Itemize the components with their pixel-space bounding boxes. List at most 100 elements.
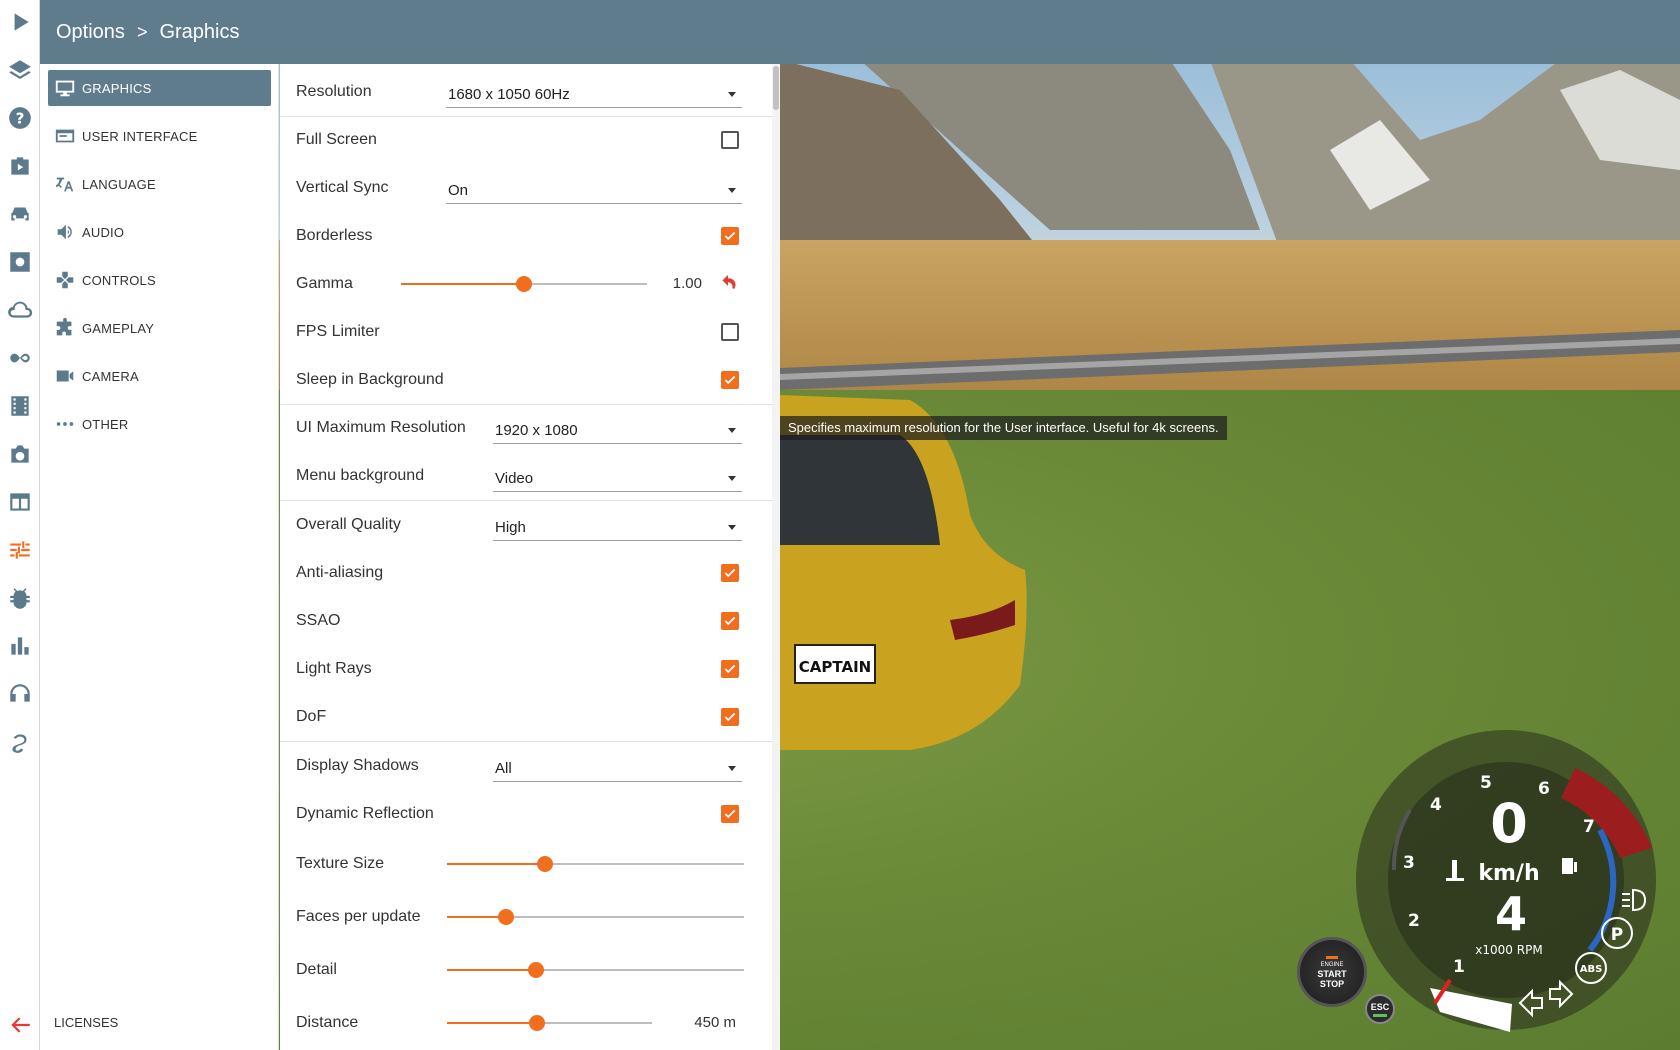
menu-item-controls[interactable]: CONTROLS (48, 262, 271, 298)
stats-icon[interactable] (0, 626, 40, 666)
light-rays-checkbox[interactable] (721, 660, 739, 678)
options-category-menu: GRAPHICS USER INTERFACE LANGUAGE AUDIO C… (40, 64, 279, 1050)
guard-rail (780, 330, 1680, 390)
gamma-slider[interactable] (401, 276, 647, 292)
distance-slider[interactable] (447, 1015, 652, 1031)
select-value: All (495, 760, 512, 777)
setting-label: Distance (296, 1014, 359, 1031)
setting-distance: Distance 450 m (280, 999, 772, 1047)
menu-background-select[interactable]: Video (493, 464, 742, 492)
video-camera-icon (56, 370, 74, 382)
engine-start-stop-button[interactable]: ENGINE START STOP (1297, 937, 1367, 1007)
route-icon[interactable] (0, 722, 40, 762)
svg-text:?: ? (16, 109, 25, 127)
infinity-icon[interactable] (0, 338, 40, 378)
menu-item-audio[interactable]: AUDIO (48, 214, 271, 250)
back-arrow-icon[interactable] (0, 1005, 40, 1045)
setting-detail: Detail (280, 946, 772, 994)
menu-item-graphics[interactable]: GRAPHICS (48, 70, 271, 106)
slider-fill (401, 283, 524, 285)
options-icon[interactable] (0, 530, 40, 570)
setting-borderless: Borderless (280, 212, 772, 260)
setting-menu-background: Menu background Video (280, 452, 772, 500)
chevron-down-icon (728, 525, 736, 530)
breadcrumb-options[interactable]: Options (56, 21, 125, 44)
menu-item-label: GRAPHICS (82, 80, 152, 96)
vehicle-config-icon[interactable] (0, 242, 40, 282)
setting-resolution: Resolution 1680 x 1050 60Hz (280, 68, 772, 116)
menu-item-user-interface[interactable]: USER INTERFACE (48, 118, 271, 154)
esc-indicator: ESC (1365, 994, 1395, 1024)
slider-fill (447, 1022, 538, 1024)
slider-thumb[interactable] (537, 856, 553, 872)
license-plate: CAPTAIN (799, 658, 871, 676)
gamepad-icon (56, 271, 74, 289)
reset-icon[interactable] (717, 273, 739, 295)
select-value: On (448, 182, 469, 199)
faces-per-update-slider[interactable] (447, 909, 744, 925)
borderless-checkbox[interactable] (721, 227, 739, 245)
breadcrumb-separator: > (136, 21, 148, 42)
setting-label: Light Rays (296, 660, 372, 677)
setting-gamma: Gamma 1.00 (280, 260, 772, 308)
chevron-down-icon (728, 428, 736, 433)
help-icon[interactable]: ? (0, 98, 40, 138)
scrollbar-thumb[interactable] (773, 66, 779, 110)
slider-thumb[interactable] (516, 276, 532, 292)
menu-item-language[interactable]: LANGUAGE (48, 166, 271, 202)
display-shadows-select[interactable]: All (493, 754, 742, 782)
park-label: P (1611, 925, 1623, 945)
speaker-icon (57, 224, 72, 240)
layout-icon[interactable] (0, 482, 40, 522)
puzzle-icon (56, 317, 72, 336)
rpm-tick: 7 (1583, 817, 1595, 837)
anti-aliasing-checkbox[interactable] (721, 564, 739, 582)
panel-scrollbar[interactable] (772, 64, 780, 1050)
menu-item-label: LANGUAGE (82, 176, 156, 192)
sleep-background-checkbox[interactable] (721, 371, 739, 389)
ssao-checkbox[interactable] (721, 612, 739, 630)
dof-checkbox[interactable] (721, 708, 739, 726)
menu-item-gameplay[interactable]: GAMEPLAY (48, 310, 271, 346)
headphones-icon[interactable] (0, 674, 40, 714)
vehicles-icon[interactable] (0, 194, 40, 234)
camera-icon[interactable] (0, 434, 40, 474)
engine-start-label: START (1317, 968, 1347, 979)
texture-size-slider[interactable] (447, 856, 744, 872)
slider-thumb[interactable] (498, 909, 515, 925)
resolution-select[interactable]: 1680 x 1050 60Hz (446, 80, 742, 108)
setting-overall-quality: Overall Quality High (280, 501, 772, 549)
bug-icon[interactable] (0, 578, 40, 618)
layers-icon[interactable] (0, 50, 40, 90)
setting-label: Anti-aliasing (296, 564, 384, 581)
dynamic-reflection-checkbox[interactable] (721, 805, 739, 823)
speed-readout: 0 (1490, 792, 1528, 855)
setting-vsync: Vertical Sync On (280, 164, 772, 212)
setting-label: Detail (296, 961, 337, 978)
fps-limiter-checkbox[interactable] (721, 323, 739, 341)
licenses-link[interactable]: LICENSES (54, 1015, 118, 1030)
ui-max-resolution-select[interactable]: 1920 x 1080 (493, 416, 742, 444)
slider-thumb[interactable] (528, 962, 545, 978)
play-icon[interactable] (0, 2, 40, 42)
slider-fill (447, 863, 545, 865)
overall-quality-select[interactable]: High (493, 513, 742, 541)
slider-thumb[interactable] (529, 1015, 546, 1031)
full-screen-checkbox[interactable] (721, 131, 739, 149)
menu-item-other[interactable]: OTHER (48, 406, 271, 442)
film-icon[interactable] (0, 386, 40, 426)
speed-unit: km/h (1478, 861, 1539, 886)
setting-dynamic-reflection: Dynamic Reflection (280, 790, 772, 838)
cloud-icon[interactable] (0, 290, 40, 330)
setting-label: Display Shadows (296, 757, 419, 774)
engine-stop-label: STOP (1319, 978, 1345, 989)
tooltip: Specifies maximum resolution for the Use… (780, 416, 1227, 440)
missions-icon[interactable] (0, 146, 40, 186)
vsync-select[interactable]: On (446, 176, 742, 204)
menu-item-camera[interactable]: CAMERA (48, 358, 271, 394)
detail-slider[interactable] (447, 962, 744, 978)
menu-item-label: GAMEPLAY (82, 320, 155, 336)
monitor-icon (55, 80, 75, 97)
rpm-tick: 5 (1480, 773, 1492, 793)
select-value: 1920 x 1080 (495, 422, 578, 439)
